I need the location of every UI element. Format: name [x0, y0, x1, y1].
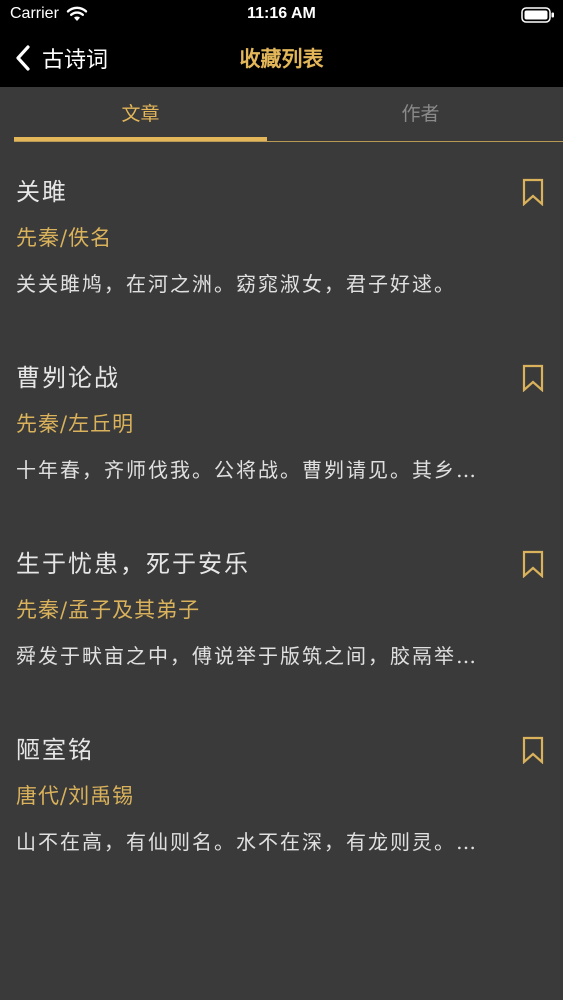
- list-item[interactable]: 生于忧患，死于安乐 先秦/孟子及其弟子 舜发于畎亩之中，傅说举于版筑之间，胶鬲举…: [0, 514, 563, 700]
- bookmark-icon[interactable]: [521, 736, 545, 764]
- tab-bar: 文章 作者: [14, 87, 563, 142]
- poem-title: 陋室铭: [16, 736, 94, 764]
- status-bar: Carrier 11:16 AM: [0, 0, 563, 30]
- bookmark-icon[interactable]: [521, 364, 545, 392]
- poem-excerpt: 关关雎鸠，在河之洲。窈窕淑女，君子好逑。: [16, 272, 456, 296]
- favorites-list: 关雎 先秦/佚名 关关雎鸠，在河之洲。窈窕淑女，君子好逑。 曹刿论战 先秦/左丘…: [0, 142, 563, 886]
- status-time: 11:16 AM: [247, 5, 316, 22]
- list-item[interactable]: 关雎 先秦/佚名 关关雎鸠，在河之洲。窈窕淑女，君子好逑。: [0, 142, 563, 328]
- list-item[interactable]: 陋室铭 唐代/刘禹锡 山不在高，有仙则名。水不在深，有龙则灵。…: [0, 700, 563, 886]
- poem-excerpt: 舜发于畎亩之中，傅说举于版筑之间，胶鬲举…: [16, 644, 478, 668]
- poem-author: 唐代/刘禹锡: [16, 784, 135, 808]
- poem-title: 曹刿论战: [16, 364, 120, 392]
- poem-author: 先秦/左丘明: [16, 412, 135, 436]
- poem-title: 生于忧患，死于安乐: [16, 550, 250, 578]
- tab-authors[interactable]: 作者: [294, 87, 547, 141]
- poem-excerpt: 山不在高，有仙则名。水不在深，有龙则灵。…: [16, 830, 478, 854]
- battery-icon: [521, 7, 554, 23]
- navigation-bar: 古诗词 收藏列表: [0, 30, 563, 87]
- poem-title: 关雎: [16, 178, 68, 206]
- tab-indicator: [14, 137, 267, 141]
- poem-author: 先秦/孟子及其弟子: [16, 598, 201, 622]
- poem-excerpt: 十年春，齐师伐我。公将战。曹刿请见。其乡…: [16, 458, 478, 482]
- list-item[interactable]: 曹刿论战 先秦/左丘明 十年春，齐师伐我。公将战。曹刿请见。其乡…: [0, 328, 563, 514]
- page-title: 收藏列表: [239, 47, 324, 71]
- bookmark-icon[interactable]: [521, 550, 545, 578]
- bookmark-icon[interactable]: [521, 178, 545, 206]
- poem-author: 先秦/佚名: [16, 226, 113, 250]
- tab-articles[interactable]: 文章: [14, 87, 267, 141]
